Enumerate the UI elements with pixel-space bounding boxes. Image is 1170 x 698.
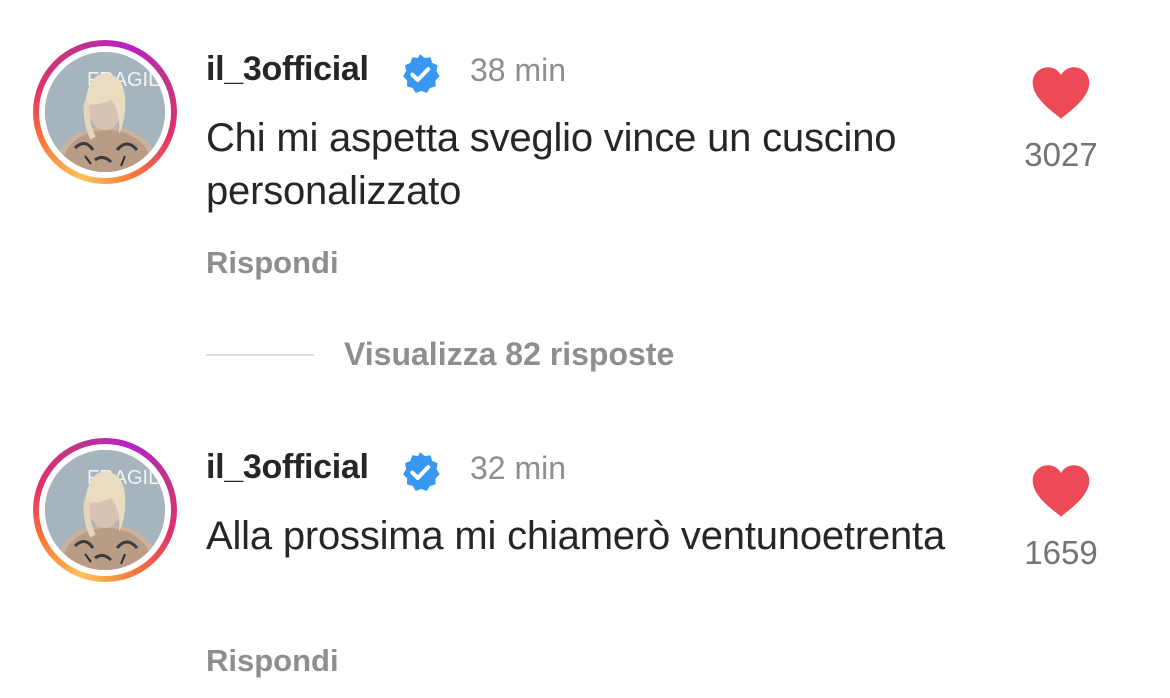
comment-text: Chi mi aspetta sveglio vince un cuscino … <box>206 116 897 213</box>
reply-button[interactable]: Rispondi <box>206 643 339 679</box>
comment-username[interactable]: il_3official <box>206 448 369 487</box>
avatar[interactable]: FRAGILI <box>45 52 165 172</box>
verified-badge-icon <box>403 452 440 492</box>
view-replies-label: Visualizza 82 risposte <box>344 336 675 372</box>
reply-button[interactable]: Rispondi <box>206 245 339 281</box>
view-replies-divider <box>206 354 314 356</box>
comment-text: Alla prossima mi chiamerò ventunoetrenta <box>206 514 946 558</box>
comment-username[interactable]: il_3official <box>206 50 369 89</box>
like-count: 3027 <box>1024 136 1098 173</box>
avatar[interactable]: FRAGILI <box>45 450 165 570</box>
comment-timestamp: 38 min <box>470 52 567 88</box>
verified-badge-icon <box>403 54 440 94</box>
avatar-ring-gap: FRAGILI <box>39 46 171 178</box>
avatar-photo: FRAGILI <box>45 450 165 570</box>
comment-timestamp: 32 min <box>470 450 567 486</box>
heart-filled-icon[interactable] <box>1030 66 1092 120</box>
like-count: 1659 <box>1024 534 1098 571</box>
heart-filled-icon[interactable] <box>1030 464 1092 518</box>
avatar-story-ring[interactable]: FRAGILI <box>33 40 177 184</box>
avatar-story-ring[interactable]: FRAGILI <box>33 438 177 582</box>
avatar-photo: FRAGILI <box>45 52 165 172</box>
avatar-ring-gap: FRAGILI <box>39 444 171 576</box>
